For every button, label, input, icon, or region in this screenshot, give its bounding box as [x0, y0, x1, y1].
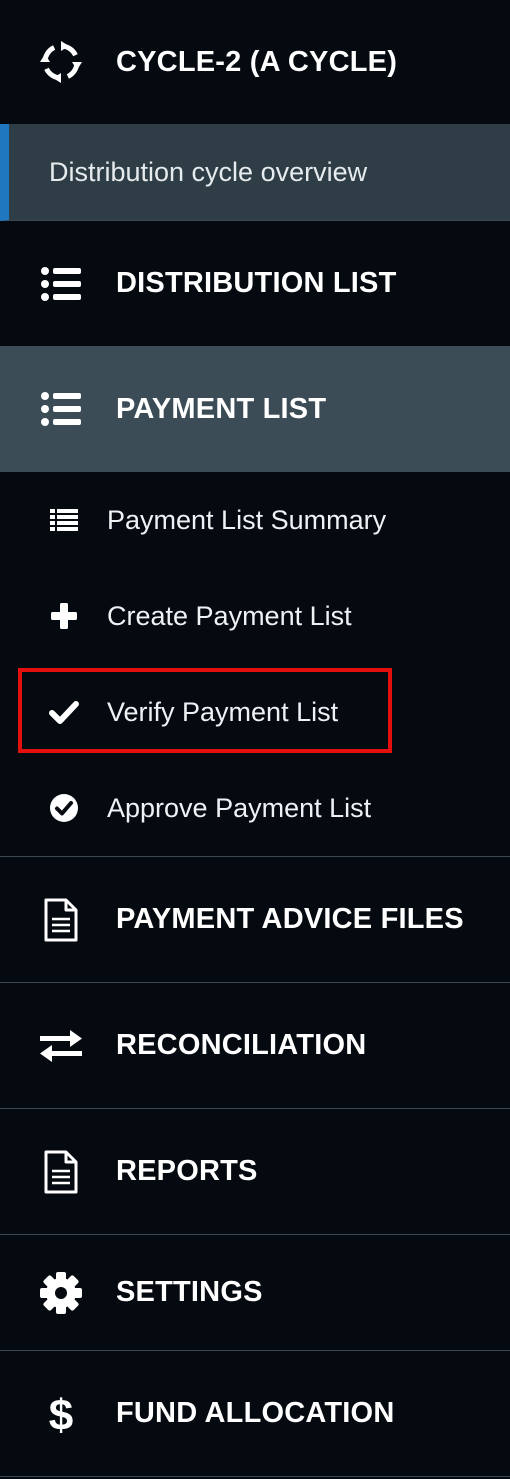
nav-item-distribution-list[interactable]: DISTRIBUTION LIST — [0, 221, 510, 346]
list-icon — [38, 261, 84, 307]
dollar-icon: $ — [38, 1391, 84, 1437]
nav-item-label: FUND ALLOCATION — [116, 1397, 395, 1429]
nav-item-payment-advice-files[interactable]: PAYMENT ADVICE FILES — [0, 857, 510, 983]
document-icon — [38, 897, 84, 943]
nav-item-reports[interactable]: REPORTS — [0, 1109, 510, 1235]
svg-text:$: $ — [49, 1391, 73, 1437]
nav-item-label: DISTRIBUTION LIST — [116, 267, 397, 299]
subnav-item-payment-list-summary[interactable]: Payment List Summary — [0, 472, 510, 568]
nav-item-label: PAYMENT LIST — [116, 392, 327, 425]
document-icon — [38, 1149, 84, 1195]
subnav-item-create-payment-list[interactable]: Create Payment List — [0, 568, 510, 664]
subnav-item-label: Approve Payment List — [107, 792, 372, 823]
exchange-icon — [38, 1023, 84, 1069]
nav-item-reconciliation[interactable]: RECONCILIATION — [0, 983, 510, 1109]
nav-item-label: PAYMENT ADVICE FILES — [116, 903, 464, 935]
list-alt-icon — [46, 502, 82, 538]
subnav-item-approve-payment-list[interactable]: Approve Payment List — [0, 760, 510, 856]
nav-item-distribution-cycle-overview[interactable]: Distribution cycle overview — [0, 124, 510, 221]
nav-item-settings[interactable]: SETTINGS — [0, 1235, 510, 1351]
gear-icon — [38, 1270, 84, 1316]
cycle-title: CYCLE-2 (A CYCLE) — [116, 45, 398, 78]
subnav-item-label: Verify Payment List — [107, 696, 339, 727]
subnav-item-label: Create Payment List — [107, 600, 352, 631]
subnav-item-label: Payment List Summary — [107, 504, 387, 535]
nav-item-label: RECONCILIATION — [116, 1029, 367, 1061]
nav-item-label: Distribution cycle overview — [49, 156, 368, 187]
plus-icon — [46, 598, 82, 634]
sidebar-nav: CYCLE-2 (A CYCLE) Distribution cycle ove… — [0, 0, 510, 1479]
nav-item-label: REPORTS — [116, 1155, 258, 1187]
check-icon — [46, 694, 82, 730]
cycle-arrows-icon — [38, 39, 84, 85]
nav-item-payment-list[interactable]: PAYMENT LIST — [0, 346, 510, 472]
check-circle-icon — [46, 790, 82, 826]
nav-item-label: SETTINGS — [116, 1276, 263, 1308]
nav-item-fund-allocation[interactable]: $ FUND ALLOCATION — [0, 1351, 510, 1477]
subnav-item-verify-payment-list[interactable]: Verify Payment List — [0, 664, 510, 760]
cycle-header[interactable]: CYCLE-2 (A CYCLE) — [0, 0, 510, 124]
list-icon — [38, 386, 84, 432]
